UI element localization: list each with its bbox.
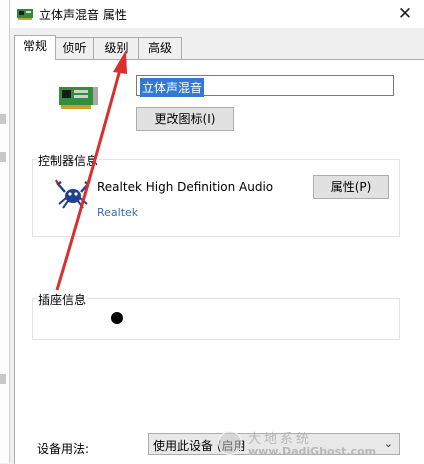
close-icon: ✕ <box>397 4 413 24</box>
background-mark <box>0 114 6 124</box>
controller-info-title: 控制器信息 <box>37 152 100 169</box>
realtek-crab-icon <box>55 179 91 209</box>
tab-levels[interactable]: 级别 <box>93 37 140 59</box>
watermark-en: www.DadiGhost.com <box>248 445 377 458</box>
device-name-selected-text: 立体声混音 <box>140 78 205 97</box>
device-name-input[interactable]: 立体声混音 <box>136 75 394 97</box>
window-title: 立体声混音 属性 <box>39 7 127 22</box>
vendor-link[interactable]: Realtek <box>97 206 138 219</box>
watermark: 大地系统 www.DadiGhost.com <box>200 426 424 463</box>
tab-advanced[interactable]: 高级 <box>138 37 182 59</box>
general-tab-panel: 立体声混音 更改图标(I) 控制器信息 Realtek High Definit… <box>14 59 424 464</box>
change-icon-button[interactable]: 更改图标(I) <box>136 107 234 131</box>
jack-info-title: 插座信息 <box>37 291 88 308</box>
close-button[interactable]: ✕ <box>395 4 415 24</box>
background-mark <box>0 374 6 384</box>
watermark-logo <box>218 431 242 455</box>
sound-card-icon <box>59 87 98 109</box>
jack-info-group <box>32 298 400 340</box>
properties-button[interactable]: 属性(P) <box>313 175 389 199</box>
mouse-pointer-dot <box>111 312 123 324</box>
title-bar: 立体声混音 属性 ✕ <box>10 0 424 28</box>
background-mark <box>0 152 6 162</box>
properties-dialog: 立体声混音 属性 ✕ 常规 侦听 级别 高级 立体声混音 更改图标(I) 控制器… <box>9 0 424 464</box>
tab-listen[interactable]: 侦听 <box>54 37 95 59</box>
device-usage-label: 设备用法: <box>37 442 90 456</box>
tab-general[interactable]: 常规 <box>14 35 56 60</box>
tab-bar: 常规 侦听 级别 高级 <box>10 35 424 60</box>
controller-name: Realtek High Definition Audio <box>97 180 274 194</box>
sound-card-icon <box>17 9 33 20</box>
